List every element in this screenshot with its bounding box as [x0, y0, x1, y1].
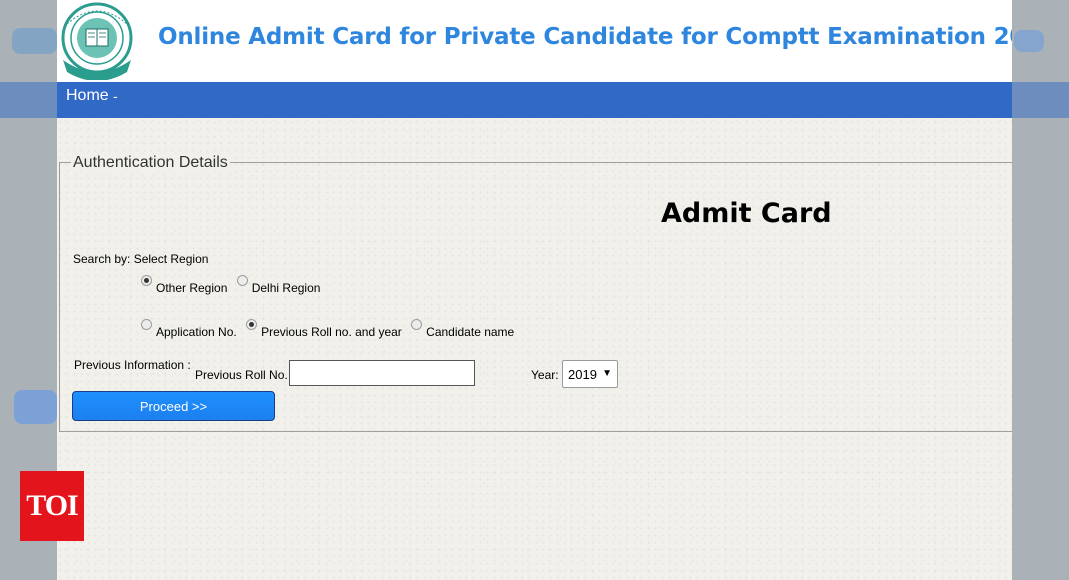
navbar: Home -	[57, 82, 1012, 118]
region-radio-group: Other Region Delhi Region	[141, 275, 326, 295]
radio-button[interactable]	[141, 275, 152, 286]
radio-label: Candidate name	[426, 325, 515, 339]
radio-button[interactable]	[411, 319, 423, 330]
page-title: Online Admit Card for Private Candidate …	[158, 24, 1012, 50]
radio-label: Previous Roll no. and year	[261, 325, 402, 339]
radio-candidate-name[interactable]: Candidate name	[411, 319, 514, 339]
radio-label: Application No.	[156, 325, 237, 339]
backdrop-blur-button	[14, 390, 57, 424]
backdrop-blur-title	[1014, 30, 1044, 52]
cbse-emblem-icon	[57, 2, 139, 81]
proceed-button[interactable]: Proceed >>	[72, 391, 275, 421]
radio-delhi-region[interactable]: Delhi Region	[236, 275, 320, 295]
year-selected-value: 2019	[568, 367, 597, 382]
radio-button[interactable]	[141, 319, 152, 330]
radio-button[interactable]	[236, 275, 248, 286]
year-label: Year:	[531, 368, 559, 382]
site-header: Online Admit Card for Private Candidate …	[57, 0, 1012, 82]
radio-previous-roll-and-year[interactable]: Previous Roll no. and year	[246, 319, 402, 339]
search-type-radio-group: Application No. Previous Roll no. and ye…	[141, 319, 520, 339]
dropdown-arrow-icon: ▼	[602, 368, 612, 379]
fieldset-legend: Authentication Details	[71, 154, 230, 172]
previous-information-label: Previous Information :	[74, 358, 191, 372]
backdrop-blur-logo	[12, 28, 57, 54]
previous-roll-label: Previous Roll No.	[195, 368, 288, 382]
admit-card-heading: Admit Card	[661, 198, 832, 229]
radio-label: Delhi Region	[251, 281, 321, 295]
nav-separator: -	[113, 88, 118, 104]
radio-button[interactable]	[246, 319, 258, 330]
search-by-label: Search by: Select Region	[73, 252, 209, 266]
toi-watermark-logo: TOI	[20, 471, 84, 541]
previous-roll-input[interactable]	[289, 360, 475, 386]
page: Online Admit Card for Private Candidate …	[57, 0, 1012, 580]
nav-home-link[interactable]: Home	[66, 87, 109, 105]
year-select[interactable]: 2019 ▼	[562, 360, 618, 388]
backdrop-band-right	[1012, 82, 1069, 118]
radio-application-no[interactable]: Application No.	[141, 319, 237, 339]
radio-other-region[interactable]: Other Region	[141, 275, 227, 295]
backdrop-band-left	[0, 82, 57, 118]
radio-label: Other Region	[156, 281, 228, 295]
